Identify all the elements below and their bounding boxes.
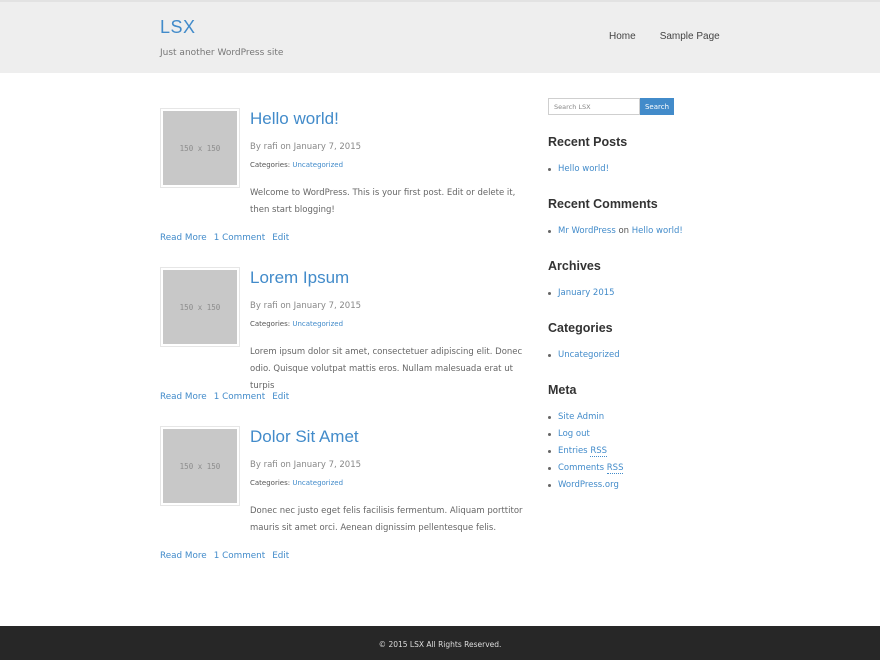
meta-on-label: on <box>280 142 291 152</box>
entries-rss-link[interactable]: Entries RSS <box>558 446 608 457</box>
list-item: January 2015 <box>548 287 615 304</box>
comments-link[interactable]: 1 Comment <box>214 551 266 561</box>
post-thumbnail[interactable]: 150 x 150 <box>160 426 240 506</box>
edit-link[interactable]: Edit <box>272 392 289 402</box>
post-title[interactable]: Hello world! <box>250 109 339 129</box>
site-title[interactable]: LSX <box>160 17 196 38</box>
edit-link[interactable]: Edit <box>272 233 289 243</box>
thumbnail-placeholder: 150 x 150 <box>163 111 237 185</box>
archives-title: Archives <box>548 259 601 273</box>
thumbnail-placeholder: 150 x 150 <box>163 270 237 344</box>
comments-label: Comments <box>558 463 605 473</box>
post-date: January 7, 2015 <box>293 460 362 470</box>
categories-label: Categories: <box>250 320 291 328</box>
post-excerpt: Lorem ipsum dolor sit amet, consectetuer… <box>250 347 523 391</box>
post-meta: By rafi on January 7, 2015 <box>250 460 361 470</box>
post-categories: Categories: Uncategorized <box>250 161 343 169</box>
entries-label: Entries <box>558 446 588 456</box>
list-item: Hello world! <box>548 163 609 180</box>
nav-item-home[interactable]: Home <box>609 31 636 42</box>
list-item: Mr WordPress on Hello world! <box>548 225 683 242</box>
post-footer-links: Read More 1 Comment Edit <box>160 233 289 243</box>
post-categories: Categories: Uncategorized <box>250 320 343 328</box>
post-title[interactable]: Dolor Sit Amet <box>250 427 359 447</box>
read-more-link[interactable]: Read More <box>160 551 207 561</box>
wordpress-org-link[interactable]: WordPress.org <box>558 480 619 490</box>
recent-comments-list: Mr WordPress on Hello world! <box>548 225 683 242</box>
categories-title: Categories <box>548 321 613 335</box>
comments-rss-link[interactable]: Comments RSS <box>558 463 624 474</box>
archives-list: January 2015 <box>548 287 615 304</box>
list-item: Log out <box>548 428 623 445</box>
category-link[interactable]: Uncategorized <box>292 320 343 328</box>
list-item: Site Admin <box>548 411 623 428</box>
rss-abbr: RSS <box>606 463 624 474</box>
site-tagline: Just another WordPress site <box>160 48 284 58</box>
list-item: Entries RSS <box>548 445 623 462</box>
comments-link[interactable]: 1 Comment <box>214 233 266 243</box>
category-link[interactable]: Uncategorized <box>292 479 343 487</box>
archive-link[interactable]: January 2015 <box>558 288 615 298</box>
thumbnail-placeholder: 150 x 150 <box>163 429 237 503</box>
post-author-link[interactable]: rafi <box>264 460 278 470</box>
list-item: Comments RSS <box>548 462 624 479</box>
site-header: LSX Just another WordPress site Home Sam… <box>0 0 880 73</box>
nav-item-sample-page[interactable]: Sample Page <box>660 31 720 42</box>
post-date: January 7, 2015 <box>293 301 362 311</box>
post-excerpt: Welcome to WordPress. This is your first… <box>250 188 516 215</box>
post-thumbnail[interactable]: 150 x 150 <box>160 108 240 188</box>
read-more-link[interactable]: Read More <box>160 233 207 243</box>
comment-post-link[interactable]: Hello world! <box>632 226 683 236</box>
categories-label: Categories: <box>250 479 291 487</box>
list-item: Uncategorized <box>548 349 620 366</box>
post-author-link[interactable]: rafi <box>264 142 278 152</box>
recent-posts-list: Hello world! <box>548 163 609 180</box>
post-excerpt: Donec nec justo eget felis facilisis fer… <box>250 506 523 533</box>
edit-link[interactable]: Edit <box>272 551 289 561</box>
comments-link[interactable]: 1 Comment <box>214 392 266 402</box>
log-out-link[interactable]: Log out <box>558 429 590 439</box>
list-item: WordPress.org <box>548 479 623 496</box>
rss-abbr: RSS <box>590 446 608 457</box>
read-more-link[interactable]: Read More <box>160 392 207 402</box>
meta-on-label: on <box>280 301 291 311</box>
meta-by-label: By <box>250 460 261 470</box>
search-form: Search <box>548 98 728 115</box>
post-date: January 7, 2015 <box>293 142 362 152</box>
search-button[interactable]: Search <box>640 98 674 115</box>
meta-by-label: By <box>250 301 261 311</box>
main-nav: Home Sample Page <box>609 31 720 42</box>
post-meta: By rafi on January 7, 2015 <box>250 301 361 311</box>
recent-posts-title: Recent Posts <box>548 135 628 149</box>
meta-by-label: By <box>250 142 261 152</box>
category-link[interactable]: Uncategorized <box>558 350 620 360</box>
comment-author-link[interactable]: Mr WordPress <box>558 226 616 236</box>
recent-post-link[interactable]: Hello world! <box>558 164 609 174</box>
meta-title: Meta <box>548 383 577 397</box>
categories-label: Categories: <box>250 161 291 169</box>
site-footer: © 2015 LSX All Rights Reserved. <box>0 626 880 660</box>
categories-list: Uncategorized <box>548 349 620 366</box>
site-admin-link[interactable]: Site Admin <box>558 412 604 422</box>
comment-on-label: on <box>618 226 630 236</box>
copyright-text: © 2015 LSX All Rights Reserved. <box>378 640 502 649</box>
meta-on-label: on <box>280 460 291 470</box>
recent-comments-title: Recent Comments <box>548 197 658 211</box>
post-thumbnail[interactable]: 150 x 150 <box>160 267 240 347</box>
meta-list: Site Admin Log out Entries RSS Comments … <box>548 411 624 496</box>
search-input[interactable] <box>548 98 640 115</box>
post-footer-links: Read More 1 Comment Edit <box>160 551 289 561</box>
post-author-link[interactable]: rafi <box>264 301 278 311</box>
post-categories: Categories: Uncategorized <box>250 479 343 487</box>
post-meta: By rafi on January 7, 2015 <box>250 142 361 152</box>
post-footer-links: Read More 1 Comment Edit <box>160 392 289 402</box>
category-link[interactable]: Uncategorized <box>292 161 343 169</box>
sidebar: Search Recent Posts Hello world! Recent … <box>548 98 728 490</box>
post-title[interactable]: Lorem Ipsum <box>250 268 349 288</box>
